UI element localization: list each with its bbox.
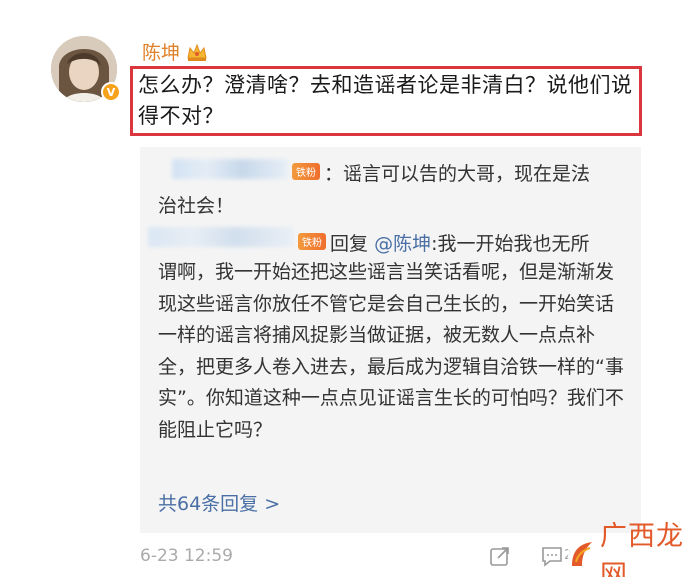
reply-card[interactable]: 铁粉 ：谣言可以告的大哥，现在是法 治社会！ 铁粉 回复 @陈坤:我一开始我也无… [140,147,641,533]
crown-icon [186,42,208,62]
mention-link[interactable]: @陈坤 [374,233,431,255]
blurred-username [148,227,294,247]
second-reply-body: 谓啊，我一开始还把这些谣言当笑话看呢，但是渐渐发现这些谣言你放任不管它是会自己生… [158,261,624,441]
first-reply-text-line2: 治社会！ [158,195,235,217]
second-reply-line1: 回复 @陈坤:我一开始我也无所 [330,229,589,256]
comment-icon[interactable] [541,545,563,567]
second-reply-text-line1: :我一开始我也无所 [431,233,590,255]
username-label[interactable]: 陈坤 [142,38,180,65]
fan-badge-icon: 铁粉 [298,233,326,250]
post-timestamp: 6-23 12:59 [140,546,233,566]
fan-badge-icon: 铁粉 [292,163,320,180]
blurred-username [172,159,288,179]
post-text: 怎么办？澄清啥？去和造谣者论是非清白？说他们说得不对？ [138,73,633,128]
share-icon[interactable] [489,545,511,567]
first-reply-text: ：谣言可以告的大哥，现在是法 [324,163,591,185]
weibo-comment-screenshot: V 陈坤 怎么办？澄清啥？去和造谣者论是非清白？说他们说得不对？ 铁粉 ：谣言可… [0,0,700,577]
reply-prefix: 回复 [330,233,369,255]
more-replies-link[interactable]: 共64条回复 > [158,489,280,516]
verified-badge-icon: V [101,82,121,102]
watermark-logo-icon [568,538,596,568]
post-author[interactable]: 陈坤 [142,38,208,65]
watermark: 广西龙网 [568,521,688,577]
watermark-text: 广西龙网 [600,521,684,577]
